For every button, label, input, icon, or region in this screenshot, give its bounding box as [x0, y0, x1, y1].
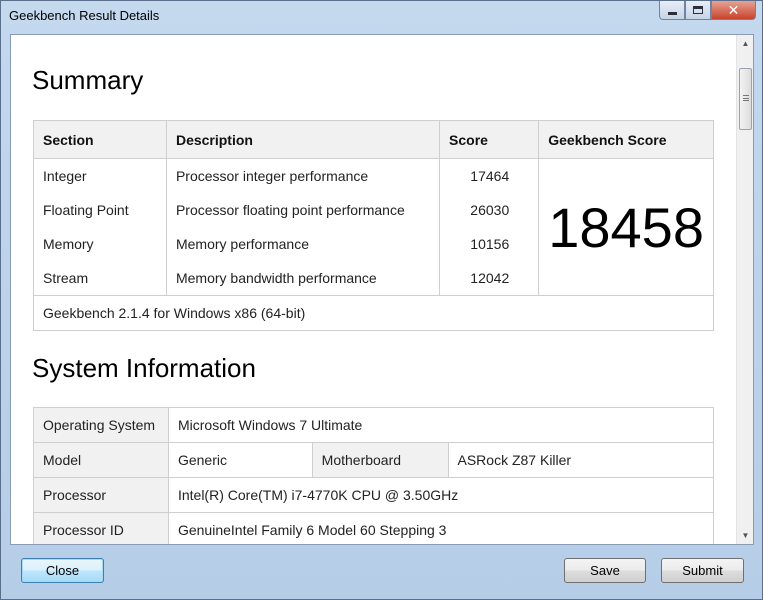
close-window-button[interactable]: ✕: [711, 1, 756, 20]
close-button[interactable]: Close: [21, 558, 104, 583]
sysinfo-row-processor: Processor Intel(R) Core(TM) i7-4770K CPU…: [33, 477, 715, 513]
model-label: Model: [33, 442, 169, 478]
section-memory: Memory: [43, 236, 94, 252]
submit-button[interactable]: Submit: [661, 558, 744, 583]
window-controls: ✕: [659, 1, 756, 20]
summary-table: Section Description Score Geekbench Scor…: [33, 120, 714, 331]
os-label: Operating System: [33, 407, 169, 443]
col-header-score: Score: [439, 120, 540, 159]
section-stream: Stream: [43, 270, 89, 286]
section-column: Integer Floating Point Memory Stream: [33, 158, 167, 296]
model-value: Generic: [167, 442, 313, 478]
motherboard-label: Motherboard: [311, 442, 449, 478]
score-stream: 12042: [470, 270, 510, 286]
minimize-button[interactable]: [659, 1, 685, 20]
score-memory: 10156: [470, 236, 510, 252]
score-integer: 17464: [470, 168, 510, 184]
dialog-button-bar: Close Save Submit: [1, 549, 762, 599]
sysinfo-row-model: Model Generic Motherboard ASRock Z87 Kil…: [33, 442, 714, 478]
section-floating-point: Floating Point: [43, 202, 129, 218]
title-bar[interactable]: Geekbench Result Details ✕: [1, 1, 762, 31]
sysinfo-row-processor-id: Processor ID GenuineIntel Family 6 Model…: [33, 512, 715, 544]
geekbench-score-value: 18458: [538, 158, 714, 296]
score-floating-point: 26030: [470, 202, 510, 218]
processor-id-value: GenuineIntel Family 6 Model 60 Stepping …: [167, 512, 715, 544]
geekbench-version: Geekbench 2.1.4 for Windows x86 (64-bit): [33, 295, 714, 331]
col-header-geekbench-score: Geekbench Score: [538, 120, 714, 159]
description-memory: Memory performance: [175, 236, 309, 252]
scroll-content[interactable]: Summary Section Description Score Geekbe…: [11, 35, 727, 544]
close-icon: ✕: [727, 2, 740, 18]
grip-icon: [743, 95, 749, 101]
scroll-up-icon[interactable]: ▲: [737, 35, 753, 52]
processor-label: Processor: [33, 477, 169, 513]
summary-header-row: Section Description Score Geekbench Scor…: [33, 120, 714, 159]
section-integer: Integer: [43, 168, 87, 184]
col-header-section: Section: [33, 120, 167, 159]
os-value: Microsoft Windows 7 Ultimate: [167, 407, 715, 443]
processor-id-label: Processor ID: [33, 512, 169, 544]
summary-data-row: Integer Floating Point Memory Stream Pro…: [33, 158, 714, 296]
motherboard-value: ASRock Z87 Killer: [447, 442, 714, 478]
vertical-scrollbar[interactable]: ▲ ▼: [736, 35, 753, 544]
system-information-heading: System Information: [32, 353, 256, 383]
summary-footer-row: Geekbench 2.1.4 for Windows x86 (64-bit): [33, 295, 714, 331]
scroll-down-icon[interactable]: ▼: [737, 527, 753, 544]
result-details-pane: Summary Section Description Score Geekbe…: [10, 34, 754, 545]
scroll-thumb[interactable]: [739, 68, 752, 130]
maximize-button[interactable]: [685, 1, 711, 20]
description-column: Processor integer performance Processor …: [165, 158, 441, 296]
summary-heading: Summary: [32, 65, 144, 95]
save-button[interactable]: Save: [564, 558, 646, 583]
description-floating-point: Processor floating point performance: [175, 202, 405, 218]
window-title: Geekbench Result Details: [9, 8, 160, 23]
sysinfo-row-os: Operating System Microsoft Windows 7 Ult…: [33, 407, 715, 443]
score-column: 17464 26030 10156 12042: [439, 158, 540, 296]
processor-value: Intel(R) Core(TM) i7-4770K CPU @ 3.50GHz: [167, 477, 715, 513]
maximize-icon: [693, 6, 703, 14]
geekbench-result-window: Geekbench Result Details ✕ Summary Secti…: [0, 0, 763, 600]
description-stream: Memory bandwidth performance: [175, 270, 377, 286]
description-integer: Processor integer performance: [175, 168, 369, 184]
system-information-table: Operating System Microsoft Windows 7 Ult…: [33, 407, 715, 544]
minimize-icon: [667, 11, 677, 15]
col-header-description: Description: [165, 120, 441, 159]
